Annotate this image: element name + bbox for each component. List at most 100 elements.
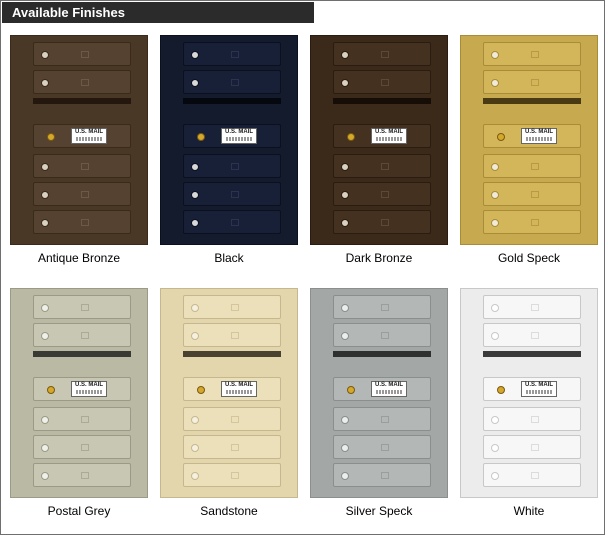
door-tag <box>81 304 89 311</box>
mailbox-door <box>183 295 281 319</box>
door-tag <box>531 416 539 423</box>
us-mail-fineprint <box>226 137 252 141</box>
lock-icon <box>41 163 49 171</box>
master-lock-icon <box>47 386 55 394</box>
mailbox-door <box>483 435 581 459</box>
finish-label: Black <box>214 251 244 265</box>
header-bar: Available Finishes <box>2 2 314 23</box>
door-tag <box>531 332 539 339</box>
lock-icon <box>191 472 199 480</box>
us-mail-fineprint <box>376 390 402 394</box>
us-mail-fineprint <box>226 390 252 394</box>
panel-title: Available Finishes <box>12 5 125 20</box>
door-tag <box>81 191 89 198</box>
mailbox-image: U.S. MAIL <box>10 35 148 245</box>
mailbox-door <box>33 210 131 234</box>
mailbox-door <box>483 70 581 94</box>
lock-icon <box>341 51 349 59</box>
mailbox-door <box>183 435 281 459</box>
finish-card[interactable]: U.S. MAIL Antique Bronze <box>10 35 148 265</box>
mailbox-door <box>33 154 131 178</box>
mailbox-door <box>483 407 581 431</box>
finish-card[interactable]: U.S. MAIL Postal Grey <box>10 288 148 518</box>
finish-label: Postal Grey <box>47 504 111 518</box>
lock-icon <box>191 51 199 59</box>
mailbox-door <box>183 42 281 66</box>
us-mail-fineprint <box>376 137 402 141</box>
us-mail-plate: U.S. MAIL <box>221 381 257 397</box>
us-mail-fineprint <box>526 390 552 394</box>
door-tag <box>381 163 389 170</box>
us-mail-text: U.S. MAIL <box>525 129 553 135</box>
lock-icon <box>491 472 499 480</box>
finish-card[interactable]: U.S. MAIL Silver Speck <box>310 288 448 518</box>
finish-card[interactable]: U.S. MAIL Gold Speck <box>460 35 598 265</box>
door-tag <box>231 444 239 451</box>
finish-card[interactable]: U.S. MAIL White <box>460 288 598 518</box>
door-tag <box>381 444 389 451</box>
us-mail-plate: U.S. MAIL <box>371 381 407 397</box>
mailbox-door <box>483 323 581 347</box>
outgoing-mail-slot <box>33 351 131 357</box>
master-lock-icon <box>197 133 205 141</box>
mailbox-door <box>483 154 581 178</box>
mailbox-door <box>483 295 581 319</box>
mailbox-door <box>483 210 581 234</box>
us-mail-plate: U.S. MAIL <box>371 128 407 144</box>
door-tag <box>231 416 239 423</box>
mailbox-image: U.S. MAIL <box>310 288 448 498</box>
us-mail-plate: U.S. MAIL <box>71 381 107 397</box>
mailbox-door <box>333 463 431 487</box>
finish-card[interactable]: U.S. MAIL Sandstone <box>160 288 298 518</box>
finishes-panel: Available Finishes U.S. MAIL Antique Bron… <box>0 0 605 535</box>
mailbox-door <box>183 182 281 206</box>
door-tag <box>81 79 89 86</box>
door-tag <box>81 219 89 226</box>
lock-icon <box>491 163 499 171</box>
us-mail-text: U.S. MAIL <box>75 129 103 135</box>
door-tag <box>381 472 389 479</box>
lock-icon <box>191 304 199 312</box>
lock-icon <box>341 472 349 480</box>
finish-label: Gold Speck <box>497 251 561 265</box>
mailbox-image: U.S. MAIL <box>160 35 298 245</box>
lock-icon <box>491 51 499 59</box>
door-tag <box>381 416 389 423</box>
door-tag <box>81 332 89 339</box>
door-tag <box>231 472 239 479</box>
door-tag <box>381 304 389 311</box>
door-tag <box>531 472 539 479</box>
door-tag <box>231 163 239 170</box>
finish-card[interactable]: U.S. MAIL Dark Bronze <box>310 35 448 265</box>
mailbox-door <box>333 323 431 347</box>
us-mail-plate: U.S. MAIL <box>521 381 557 397</box>
mailbox-door <box>33 295 131 319</box>
door-tag <box>381 51 389 58</box>
master-lock-icon <box>347 386 355 394</box>
door-tag <box>81 416 89 423</box>
outgoing-mail-slot <box>333 98 431 104</box>
door-tag <box>531 444 539 451</box>
master-lock-icon <box>497 386 505 394</box>
door-tag <box>531 51 539 58</box>
us-mail-plate: U.S. MAIL <box>221 128 257 144</box>
us-mail-text: U.S. MAIL <box>375 129 403 135</box>
mailbox-image: U.S. MAIL <box>460 35 598 245</box>
lock-icon <box>41 332 49 340</box>
us-mail-plate: U.S. MAIL <box>521 128 557 144</box>
door-tag <box>231 304 239 311</box>
lock-icon <box>341 444 349 452</box>
us-mail-text: U.S. MAIL <box>225 129 253 135</box>
lock-icon <box>41 51 49 59</box>
finish-card[interactable]: U.S. MAIL Black <box>160 35 298 265</box>
lock-icon <box>191 416 199 424</box>
lock-icon <box>41 79 49 87</box>
us-mail-text: U.S. MAIL <box>225 382 253 388</box>
master-lock-icon <box>197 386 205 394</box>
door-tag <box>231 51 239 58</box>
mailbox-door <box>333 435 431 459</box>
finish-label: Sandstone <box>200 504 258 518</box>
mailbox-image: U.S. MAIL <box>10 288 148 498</box>
finish-label: Antique Bronze <box>37 251 121 265</box>
door-tag <box>231 332 239 339</box>
